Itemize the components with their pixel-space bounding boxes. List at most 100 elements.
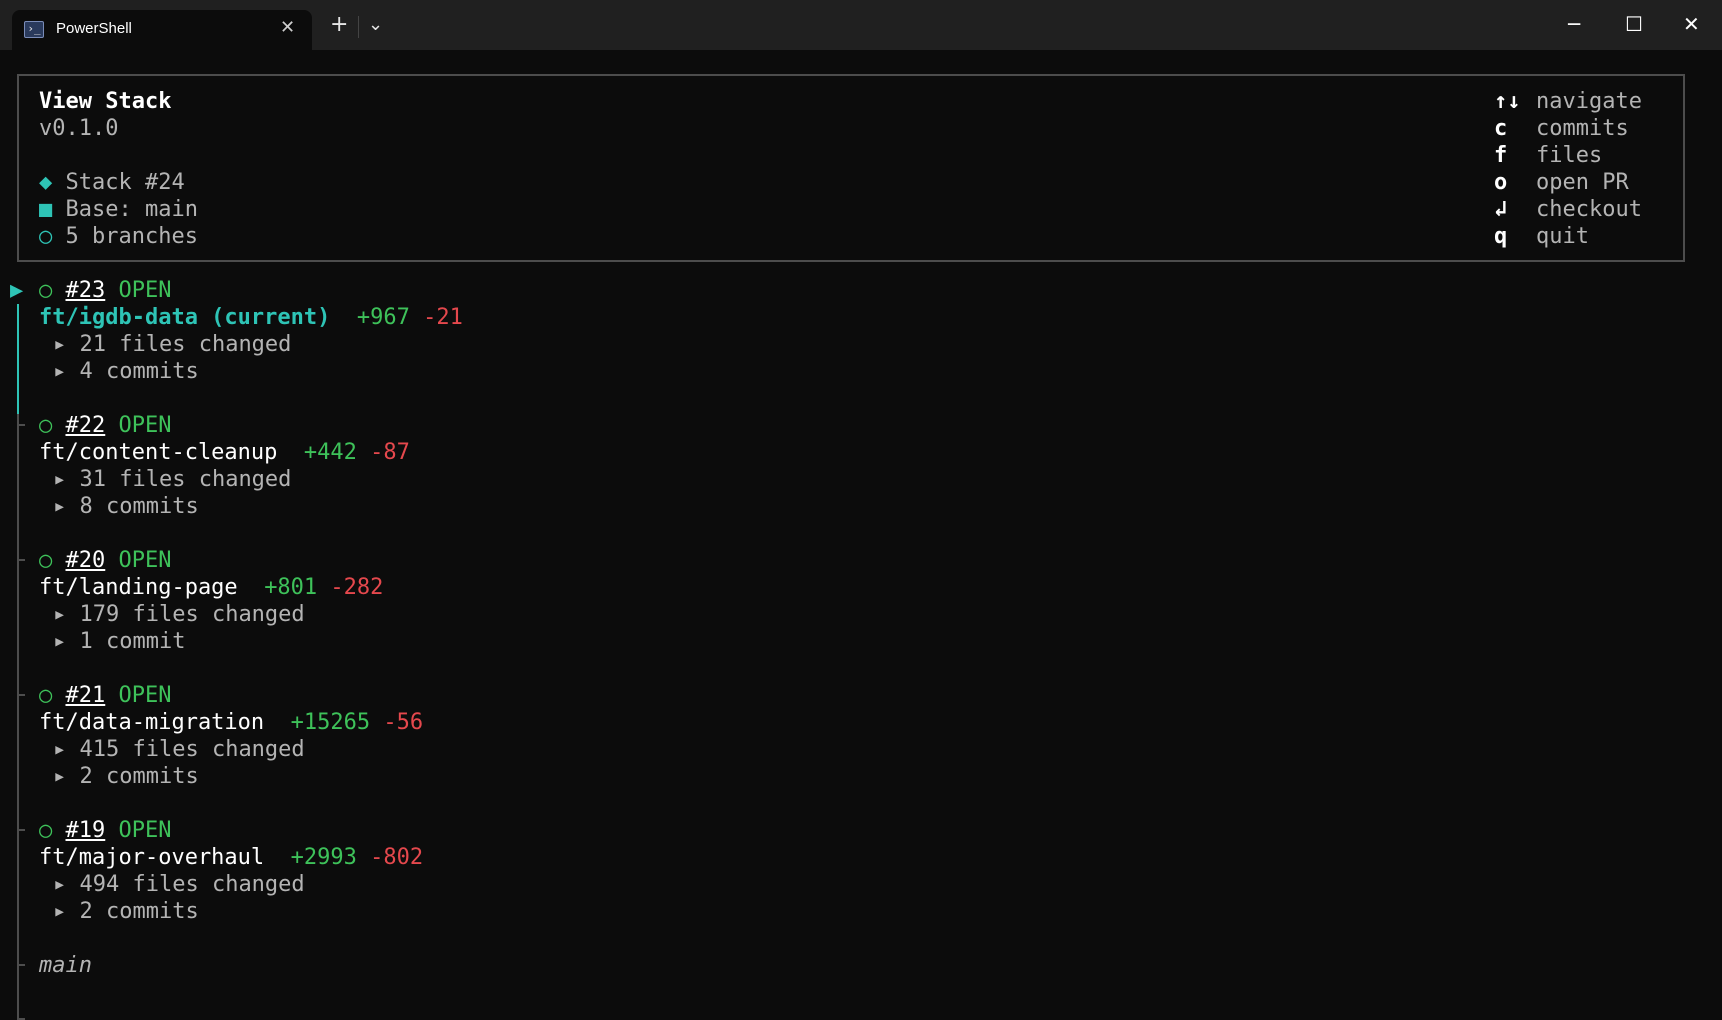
powershell-icon: ›_ [24, 21, 44, 38]
pr-header[interactable]: ○ #22 OPEN [39, 412, 171, 440]
key-navigate: ↑↓ [1494, 89, 1521, 114]
expand-icon: ▸ [53, 602, 67, 627]
action-files: files [1536, 143, 1603, 168]
commits-count: 8 commits [79, 494, 199, 519]
pr-branch-row[interactable]: ft/content-cleanup +442 -87 [39, 439, 410, 467]
tree-gutter-active [17, 304, 19, 414]
pr-state: OPEN [118, 683, 172, 708]
pr-number[interactable]: #20 [66, 548, 106, 573]
files-changed: 179 files changed [79, 602, 305, 627]
tree-tick [17, 829, 25, 831]
tree-tick [17, 694, 25, 696]
action-navigate: navigate [1536, 89, 1642, 114]
expand-icon: ▸ [53, 764, 67, 789]
pr-branch-row[interactable]: ft/igdb-data (current) +967 -21 [39, 304, 463, 332]
tree-gutter [17, 414, 19, 1018]
files-changed-row[interactable]: ▸ 494 files changed [53, 871, 305, 899]
key-commits: c [1494, 116, 1508, 141]
deletions: -282 [330, 575, 384, 600]
circle-icon: ○ [39, 224, 53, 249]
pr-header[interactable]: ○ #23 OPEN [39, 277, 171, 305]
pr-header[interactable]: ○ #19 OPEN [39, 817, 171, 845]
tab-title: PowerShell [56, 20, 132, 37]
tab-powershell[interactable]: ›_ PowerShell ✕ [12, 10, 312, 50]
branch-name: ft/igdb-data (current) [39, 305, 331, 330]
expand-icon: ▸ [53, 899, 67, 924]
pr-header[interactable]: ○ #21 OPEN [39, 682, 171, 710]
commits-row[interactable]: ▸ 2 commits [53, 763, 199, 791]
commits-row[interactable]: ▸ 2 commits [53, 898, 199, 926]
key-checkout: ↲ [1494, 197, 1508, 222]
pr-number[interactable]: #21 [66, 683, 106, 708]
pr-branch-row[interactable]: ft/landing-page +801 -282 [39, 574, 383, 602]
files-changed: 494 files changed [79, 872, 305, 897]
app-title: View Stack [39, 89, 172, 114]
base-label: Base: main [65, 197, 198, 222]
divider [358, 16, 359, 38]
files-changed-row[interactable]: ▸ 179 files changed [53, 601, 305, 629]
additions: +967 [356, 305, 410, 330]
selection-cursor-icon: ▶ [10, 278, 24, 303]
pr-state: OPEN [118, 413, 172, 438]
circle-icon: ○ [39, 548, 53, 573]
commits-row[interactable]: ▸ 1 commit [53, 628, 185, 656]
action-commits: commits [1536, 116, 1629, 141]
pr-state: OPEN [118, 548, 172, 573]
tree-tick [17, 559, 25, 561]
circle-icon: ○ [39, 818, 53, 843]
pr-branch-row[interactable]: ft/major-overhaul +2993 -802 [39, 844, 423, 872]
pr-number[interactable]: #23 [66, 278, 106, 303]
commits-row[interactable]: ▸ 4 commits [53, 358, 199, 386]
files-changed-row[interactable]: ▸ 21 files changed [53, 331, 291, 359]
additions: +15265 [290, 710, 371, 735]
pr-branch-row[interactable]: ft/data-migration +15265 -56 [39, 709, 423, 737]
key-files: f [1494, 143, 1508, 168]
new-tab-button[interactable]: + [330, 12, 348, 37]
action-checkout: checkout [1536, 197, 1642, 222]
pr-state: OPEN [118, 278, 172, 303]
additions: +801 [264, 575, 318, 600]
commits-count: 1 commit [79, 629, 186, 654]
diamond-icon: ◆ [39, 170, 53, 195]
circle-icon: ○ [39, 683, 53, 708]
square-icon: ■ [39, 197, 53, 222]
additions: +2993 [290, 845, 357, 870]
close-window-button[interactable]: ✕ [1683, 12, 1700, 36]
base-info: ■ Base: main [39, 196, 198, 224]
branch-name: ft/major-overhaul [39, 845, 265, 870]
pr-number[interactable]: #19 [66, 818, 106, 843]
minimize-button[interactable]: ─ [1568, 12, 1580, 36]
circle-icon: ○ [39, 413, 53, 438]
commits-count: 2 commits [79, 764, 199, 789]
commits-row[interactable]: ▸ 8 commits [53, 493, 199, 521]
expand-icon: ▸ [53, 359, 67, 384]
action-open-pr: open PR [1536, 170, 1629, 195]
tree-tick [17, 424, 25, 426]
terminal-pane[interactable]: View Stack v0.1.0 ◆ Stack #24 ■ Base: ma… [0, 50, 1722, 1020]
close-tab-icon[interactable]: ✕ [280, 17, 295, 38]
deletions: -21 [423, 305, 463, 330]
expand-icon: ▸ [53, 737, 67, 762]
maximize-button[interactable]: ☐ [1625, 12, 1643, 36]
circle-icon: ○ [39, 278, 53, 303]
branches-info: ○ 5 branches [39, 223, 198, 251]
expand-icon: ▸ [53, 332, 67, 357]
tab-dropdown-icon[interactable]: ⌄ [368, 14, 383, 35]
expand-icon: ▸ [53, 467, 67, 492]
branch-name: ft/landing-page [39, 575, 238, 600]
branch-name: ft/data-migration [39, 710, 265, 735]
base-branch: main [39, 953, 92, 978]
key-quit: q [1494, 224, 1508, 249]
files-changed-row[interactable]: ▸ 415 files changed [53, 736, 305, 764]
pr-state: OPEN [118, 818, 172, 843]
branches-label: 5 branches [65, 224, 198, 249]
deletions: -87 [370, 440, 410, 465]
expand-icon: ▸ [53, 629, 67, 654]
commits-count: 2 commits [79, 899, 199, 924]
files-changed: 31 files changed [79, 467, 292, 492]
additions: +442 [303, 440, 357, 465]
pr-number[interactable]: #22 [66, 413, 106, 438]
files-changed-row[interactable]: ▸ 31 files changed [53, 466, 291, 494]
pr-header[interactable]: ○ #20 OPEN [39, 547, 171, 575]
deletions: -802 [370, 845, 424, 870]
